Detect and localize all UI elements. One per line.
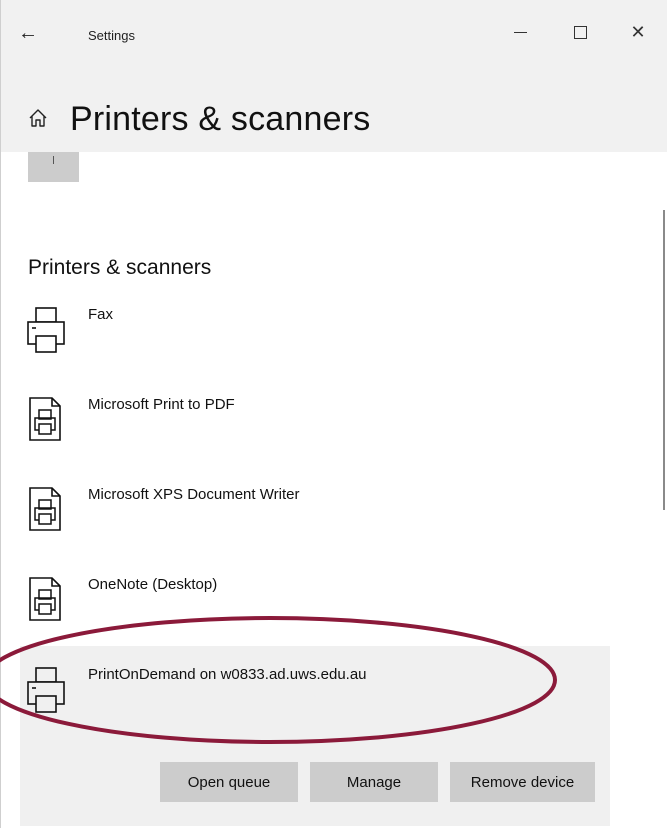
printer-item-onenote[interactable]: OneNote (Desktop) <box>20 576 610 656</box>
manage-button[interactable]: Manage <box>310 762 438 802</box>
minimize-button[interactable] <box>500 14 540 50</box>
home-icon[interactable] <box>28 108 48 133</box>
printer-label: Microsoft Print to PDF <box>88 396 235 413</box>
fax-printer-icon <box>24 306 68 358</box>
maximize-icon <box>573 25 587 39</box>
back-button[interactable]: ← <box>18 16 58 50</box>
page-title: Printers & scanners <box>70 100 371 138</box>
close-icon: ✕ <box>630 21 646 42</box>
plus-icon <box>53 156 54 164</box>
remove-device-button[interactable]: Remove device <box>450 762 595 802</box>
section-heading: Printers & scanners <box>28 256 212 279</box>
close-button[interactable]: ✕ <box>618 14 658 50</box>
printer-item-print-to-pdf[interactable]: Microsoft Print to PDF <box>20 396 610 476</box>
back-arrow-icon: ← <box>18 22 38 44</box>
window-border <box>0 0 1 828</box>
window-title: Settings <box>88 28 135 43</box>
printer-label: Fax <box>88 306 114 323</box>
printer-item-xps-writer[interactable]: Microsoft XPS Document Writer <box>20 486 610 566</box>
printer-label: OneNote (Desktop) <box>88 576 218 593</box>
maximize-button[interactable] <box>560 14 600 50</box>
printer-item-fax[interactable]: Fax <box>20 306 610 386</box>
scrollbar[interactable] <box>663 210 665 510</box>
minimize-icon <box>513 31 527 33</box>
document-printer-icon <box>24 486 68 538</box>
printer-label: Microsoft XPS Document Writer <box>88 486 300 503</box>
document-printer-icon <box>24 576 68 628</box>
network-printer-icon <box>24 666 68 718</box>
document-printer-icon <box>24 396 68 448</box>
settings-window: ← Settings ✕ Printers & scanners Printer… <box>0 0 667 828</box>
printer-label: PrintOnDemand on w0833.ad.uws.edu.au <box>88 666 367 683</box>
open-queue-button[interactable]: Open queue <box>160 762 298 802</box>
add-printer-button[interactable] <box>28 152 79 182</box>
